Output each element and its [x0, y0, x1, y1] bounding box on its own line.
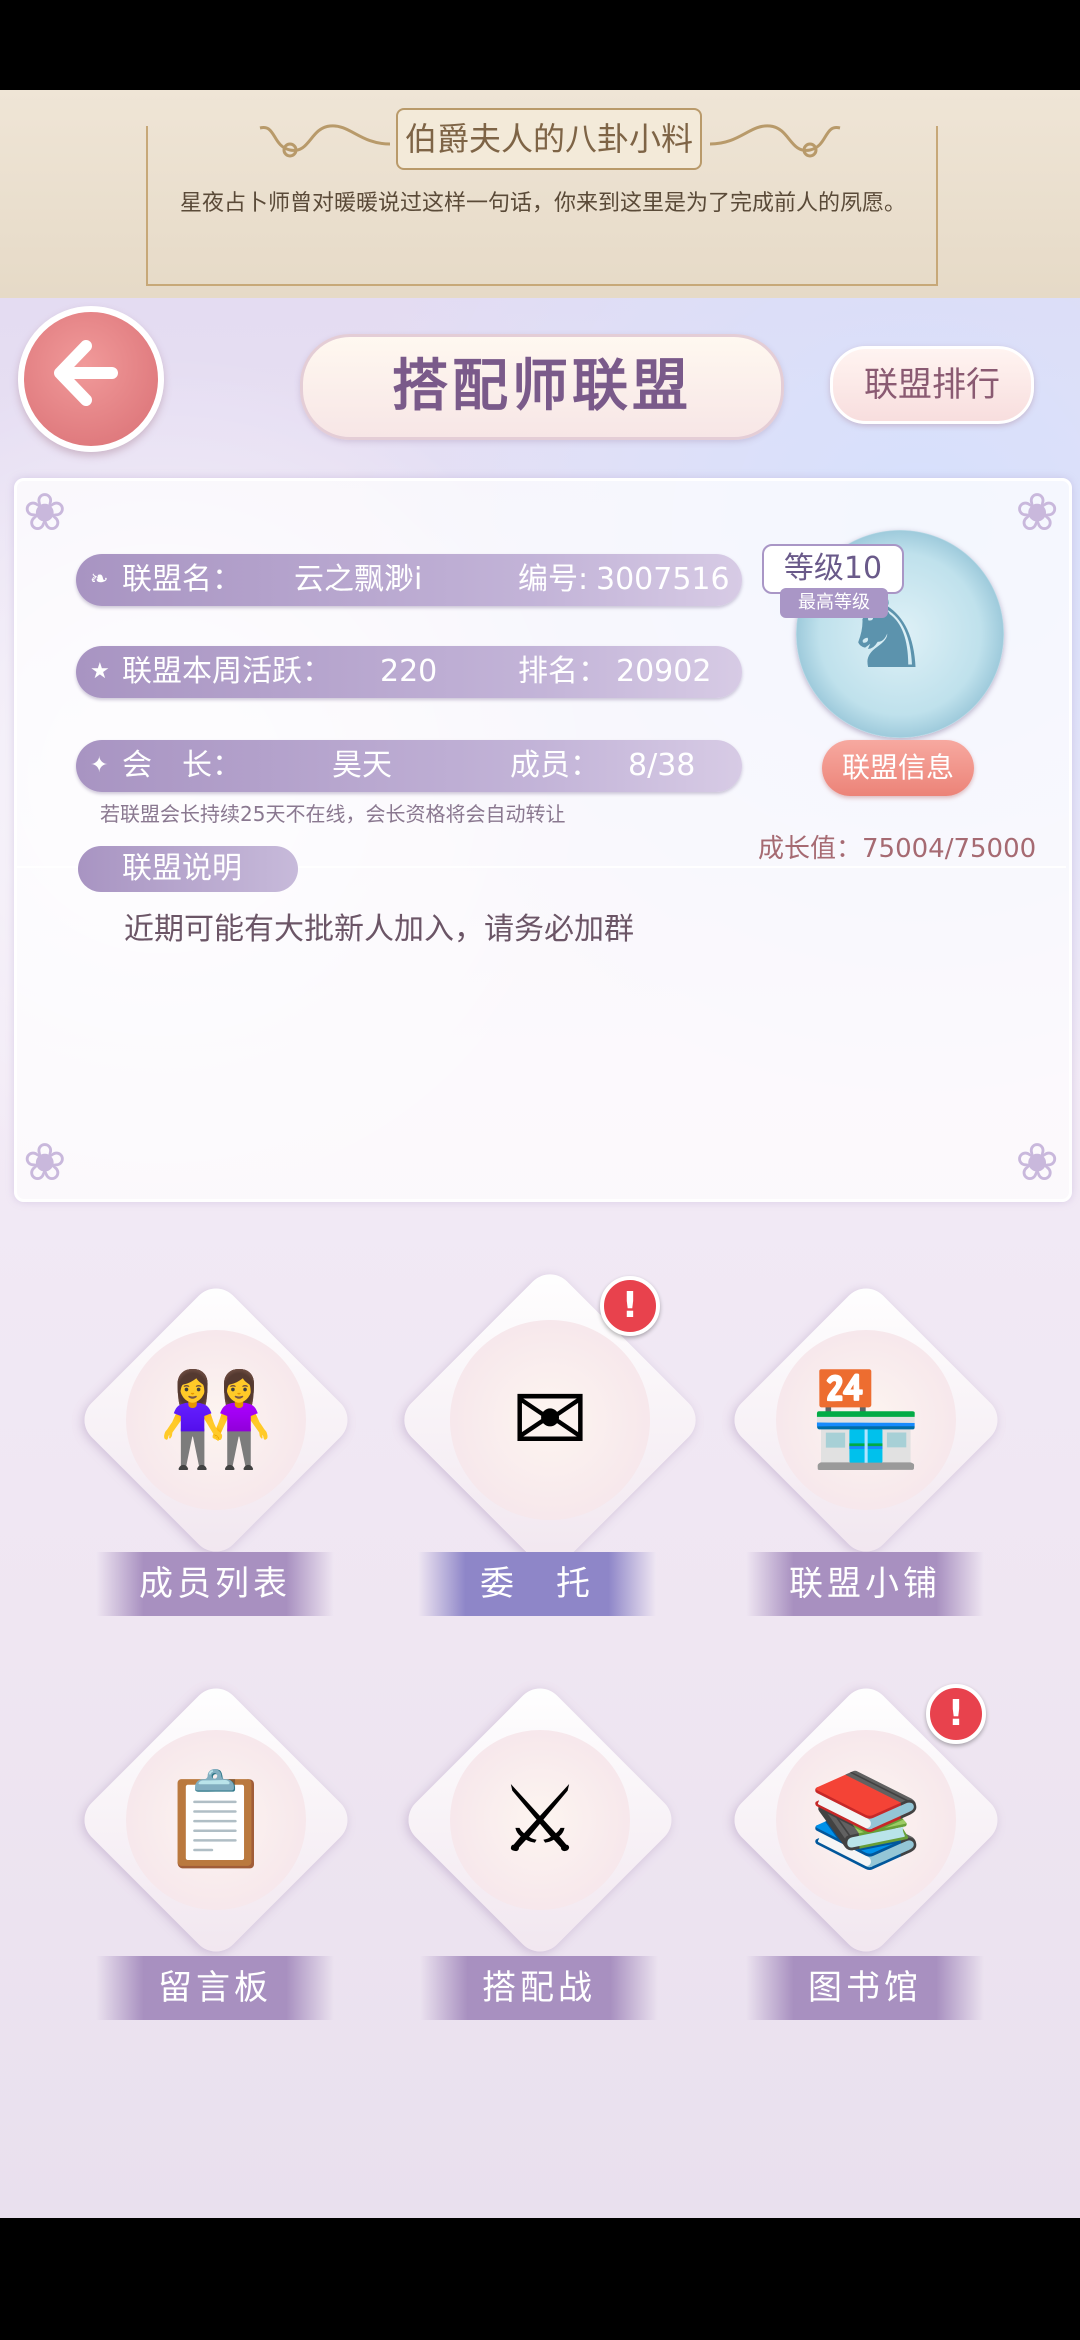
alliance-name-label: 联盟名：: [122, 562, 242, 597]
weekly-activity-label: 联盟本周活跃：: [122, 654, 332, 689]
alliance-description-text: 近期可能有大批新人加入，请务必加群: [124, 912, 634, 947]
alliance-info-button[interactable]: 联盟信息: [822, 740, 974, 796]
alliance-ranking-button[interactable]: 联盟排行: [830, 346, 1034, 424]
growth-value: 成长值：75004/75000: [758, 834, 1037, 864]
status-bar: [0, 0, 1080, 90]
library-label[interactable]: 图书馆: [746, 1956, 984, 2020]
weekly-activity-value: 220: [380, 654, 438, 689]
leader-label: 会 长：: [122, 748, 242, 783]
outfit-battle-label[interactable]: 搭配战: [420, 1956, 658, 2020]
members-list-label[interactable]: 成员列表: [96, 1552, 334, 1616]
bookshelf-icon: 📚: [776, 1730, 956, 1910]
members-value: 8/38: [628, 748, 696, 783]
navigation-bar: [0, 2218, 1080, 2340]
shop-storefront-icon: 🏪: [776, 1330, 956, 1510]
library-alert-icon: !: [926, 1684, 986, 1744]
leader-transfer-note: 若联盟会长持续25天不在线，会长资格将会自动转让: [100, 802, 566, 826]
members-label: 成员：: [510, 748, 600, 783]
outfit-battle-tile[interactable]: ⚔: [398, 1678, 682, 1962]
rose-corner-icon: ❀: [23, 1133, 67, 1193]
flourish-left-icon: [259, 124, 391, 158]
commission-label[interactable]: 委 托: [418, 1552, 656, 1616]
sparkle-icon: ✦: [90, 753, 109, 778]
arrow-left-icon: [54, 340, 118, 406]
members-list-tile[interactable]: 👭: [74, 1278, 358, 1562]
rank-value: 20902: [616, 654, 712, 689]
rose-corner-icon: ❀: [1015, 483, 1059, 543]
gossip-title: 伯爵夫人的八卦小料: [396, 108, 702, 170]
commission-alert-icon: !: [600, 1276, 660, 1336]
star-icon: ★: [90, 659, 110, 684]
leader-value: 昊天: [332, 748, 392, 783]
crossed-swords-crest-icon: ⚔: [450, 1730, 630, 1910]
envelope-quill-icon: ✉: [450, 1320, 650, 1520]
page-title: 搭配师联盟: [392, 354, 692, 419]
alliance-shop-tile[interactable]: 🏪: [724, 1278, 1008, 1562]
alliance-name-row: ❧ 联盟名： 云之飘渺i 编号: 3007516: [76, 554, 742, 606]
gossip-banner: 伯爵夫人的八卦小料 星夜占卜师曾对暖暖说过这样一句话，你来到这里是为了完成前人的…: [0, 90, 1080, 300]
gossip-text: 星夜占卜师曾对暖暖说过这样一句话，你来到这里是为了完成前人的夙愿。: [180, 191, 907, 216]
weekly-activity-row: ★ 联盟本周活跃： 220 排名： 20902: [76, 646, 742, 698]
alliance-id-label: 编号:: [518, 562, 589, 597]
message-board-tile[interactable]: 📋: [74, 1678, 358, 1962]
alliance-name-value: 云之飘渺i: [294, 562, 423, 597]
alliance-shop-label[interactable]: 联盟小铺: [746, 1552, 984, 1616]
level-tag: 等级10: [762, 544, 904, 594]
back-button[interactable]: [18, 306, 164, 452]
rose-corner-icon: ❀: [23, 483, 67, 543]
message-board-label[interactable]: 留言板: [96, 1956, 334, 2020]
chalkboard-icon: 📋: [126, 1730, 306, 1910]
rose-corner-icon: ❀: [1015, 1133, 1059, 1193]
page-title-plate: 搭配师联盟: [300, 334, 784, 440]
flourish-right-icon: [709, 124, 841, 158]
max-level-tag: 最高等级: [780, 588, 888, 618]
leaf-icon: ❧: [90, 567, 109, 592]
girls-portrait-icon: 👭: [126, 1330, 306, 1510]
leader-row: ✦ 会 长： 昊天 成员： 8/38: [76, 740, 742, 792]
alliance-id-value: 3007516: [596, 562, 730, 597]
rank-label: 排名：: [518, 654, 608, 689]
alliance-description-label: 联盟说明: [78, 846, 298, 892]
